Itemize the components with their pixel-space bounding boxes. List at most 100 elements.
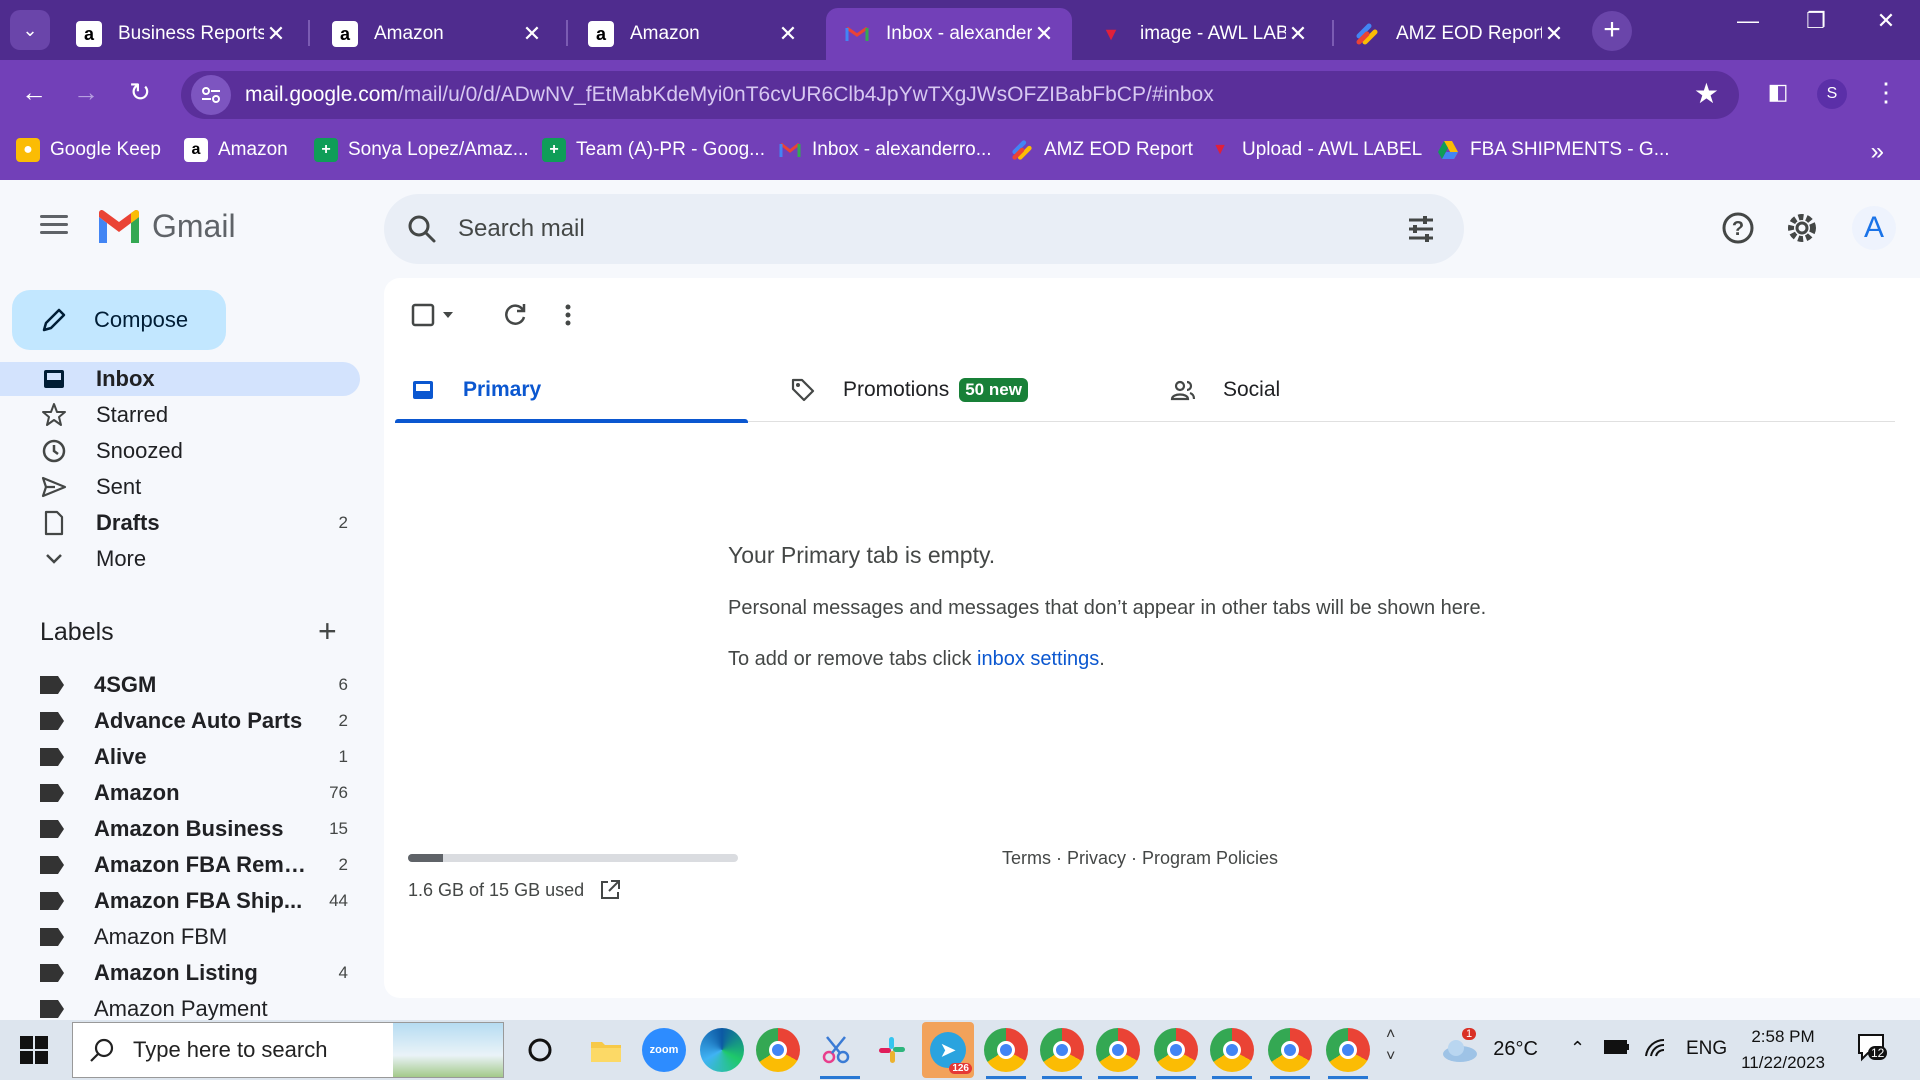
search-icon[interactable] (406, 213, 438, 245)
wifi-icon[interactable] (1644, 1038, 1668, 1064)
gmail-icon (778, 138, 802, 162)
nav-starred[interactable]: Starred (0, 398, 360, 432)
edge-browser-icon[interactable] (700, 1028, 744, 1072)
back-button[interactable]: ← (14, 72, 54, 112)
browser-tab-eod-report[interactable]: AMZ EOD Report ✕ (1336, 8, 1582, 60)
label-item[interactable]: Amazon 76 (0, 776, 360, 810)
chrome-profile-icon[interactable] (1326, 1028, 1370, 1072)
program-policies-link[interactable]: Program Policies (1142, 848, 1278, 868)
bookmark-eod-report[interactable]: AMZ EOD Report (1010, 138, 1193, 162)
taskbar-scroll-arrows[interactable]: ˄ ˅ (1386, 1024, 1395, 1068)
notification-center-icon[interactable]: 12 (1856, 1032, 1888, 1068)
chrome-profile-icon[interactable] (1040, 1028, 1084, 1072)
tab-primary[interactable]: Primary (395, 358, 748, 423)
task-view-icon[interactable] (518, 1028, 562, 1072)
browser-tab-amazon-1[interactable]: a Amazon ✕ (314, 8, 560, 60)
nav-inbox[interactable]: Inbox (0, 362, 360, 396)
forward-button[interactable]: → (66, 72, 106, 112)
nav-drafts[interactable]: Drafts 2 (0, 506, 360, 540)
bookmark-inbox[interactable]: Inbox - alexanderro... (778, 138, 992, 162)
label-item[interactable]: 4SGM 6 (0, 668, 360, 702)
bookmark-star-icon[interactable]: ★ (1694, 77, 1719, 110)
tag-icon (789, 376, 817, 404)
bookmark-google-keep[interactable]: ● Google Keep (16, 138, 161, 162)
nav-sent[interactable]: Sent (0, 470, 360, 504)
browser-menu-icon[interactable]: ⋮ (1866, 72, 1906, 112)
tab-search-button[interactable]: ⌄ (10, 10, 50, 50)
support-icon[interactable]: ? (1718, 208, 1758, 248)
refresh-icon[interactable] (500, 300, 530, 335)
compose-button[interactable]: Compose (12, 290, 226, 350)
close-icon[interactable]: ✕ (1286, 21, 1310, 47)
select-all-checkbox[interactable] (410, 300, 460, 335)
bookmark-upload-awl[interactable]: ▼ Upload - AWL LABEL (1208, 138, 1422, 162)
taskbar-search-box[interactable]: Type here to search (72, 1022, 504, 1078)
address-bar[interactable]: mail.google.com/mail/u/0/d/ADwNV_fEtMabK… (181, 71, 1739, 119)
main-menu-icon[interactable] (34, 210, 74, 250)
snipping-tool-icon[interactable] (814, 1028, 858, 1072)
minimize-window-button[interactable]: — (1728, 8, 1768, 34)
chrome-profile-icon[interactable] (1210, 1028, 1254, 1072)
browser-tab-awl-image[interactable]: ▼ image - AWL LABE ✕ (1080, 8, 1326, 60)
browser-tab-amazon-2[interactable]: a Amazon ✕ (570, 8, 816, 60)
profile-button[interactable]: S (1812, 72, 1852, 112)
label-item[interactable]: Advance Auto Parts 2 (0, 704, 360, 738)
settings-gear-icon[interactable] (1782, 208, 1822, 248)
close-window-button[interactable]: ✕ (1866, 8, 1906, 34)
zoom-app-icon[interactable]: zoom (642, 1028, 686, 1072)
tab-social[interactable]: Social (1155, 358, 1515, 422)
label-item[interactable]: Amazon Listing 4 (0, 956, 360, 990)
label-item[interactable]: Amazon FBA Remo... 2 (0, 848, 360, 882)
gmail-logo[interactable]: Gmail (96, 208, 236, 245)
create-label-button[interactable]: + (318, 615, 337, 647)
inbox-settings-link[interactable]: inbox settings (977, 648, 1099, 670)
label-item[interactable]: Amazon Business 15 (0, 812, 360, 846)
close-icon[interactable]: ✕ (264, 21, 288, 47)
bookmark-amazon[interactable]: a Amazon (184, 138, 288, 162)
weather-widget[interactable]: 1 26°C (1440, 1028, 1538, 1064)
chrome-profile-icon[interactable] (1096, 1028, 1140, 1072)
close-icon[interactable]: ✕ (776, 21, 800, 47)
label-item[interactable]: Alive 1 (0, 740, 360, 774)
bookmark-fba-shipments[interactable]: FBA SHIPMENTS - G... (1436, 138, 1670, 162)
more-options-icon[interactable] (558, 300, 578, 335)
bookmarks-overflow-icon[interactable]: » (1871, 138, 1884, 166)
terms-link[interactable]: Terms (1002, 848, 1051, 868)
account-avatar[interactable]: A (1852, 206, 1896, 250)
site-info-icon[interactable] (191, 75, 231, 115)
file-explorer-icon[interactable] (584, 1028, 628, 1072)
close-icon[interactable]: ✕ (520, 21, 544, 47)
label-tag-icon (40, 784, 64, 802)
new-tab-button[interactable]: + (1592, 11, 1632, 51)
slack-icon[interactable] (870, 1028, 914, 1072)
clock[interactable]: 2:58 PM 11/22/2023 (1738, 1024, 1828, 1076)
show-hidden-icons-icon[interactable]: ⌃ (1570, 1038, 1585, 1059)
battery-icon[interactable] (1604, 1038, 1630, 1062)
bookmark-team-pr[interactable]: + Team (A)-PR - Goog... (542, 138, 765, 162)
chrome-profile-icon[interactable] (1154, 1028, 1198, 1072)
chrome-profile-icon[interactable] (1268, 1028, 1312, 1072)
search-input[interactable] (458, 215, 1358, 243)
label-tag-icon (40, 748, 64, 766)
bookmark-sonya-lopez[interactable]: + Sonya Lopez/Amaz... (314, 138, 529, 162)
input-language[interactable]: ENG (1686, 1038, 1727, 1060)
privacy-link[interactable]: Privacy (1067, 848, 1126, 868)
windows-start-icon[interactable] (20, 1036, 48, 1064)
label-item[interactable]: Amazon FBA Ship... 44 (0, 884, 360, 918)
side-panel-icon[interactable]: ◧ (1758, 72, 1798, 112)
browser-tab-inbox[interactable]: Inbox - alexanderro ✕ (826, 8, 1072, 60)
nav-snoozed[interactable]: Snoozed (0, 434, 360, 468)
nav-more[interactable]: More (0, 542, 360, 576)
telegram-icon[interactable]: ➤ 126 (922, 1022, 974, 1078)
browser-tab-business-reports[interactable]: a Business Reports ✕ (58, 8, 304, 60)
chrome-profile-icon[interactable] (984, 1028, 1028, 1072)
tab-promotions[interactable]: Promotions 50 new (775, 358, 1135, 422)
reload-button[interactable]: ↻ (120, 72, 160, 112)
close-icon[interactable]: ✕ (1032, 21, 1056, 47)
chrome-profile-icon[interactable] (756, 1028, 800, 1072)
search-options-icon[interactable] (1406, 214, 1436, 244)
label-item[interactable]: Amazon FBM (0, 920, 360, 954)
close-icon[interactable]: ✕ (1542, 21, 1566, 47)
restore-window-button[interactable]: ❐ (1796, 8, 1836, 34)
external-link-icon[interactable] (598, 878, 622, 902)
